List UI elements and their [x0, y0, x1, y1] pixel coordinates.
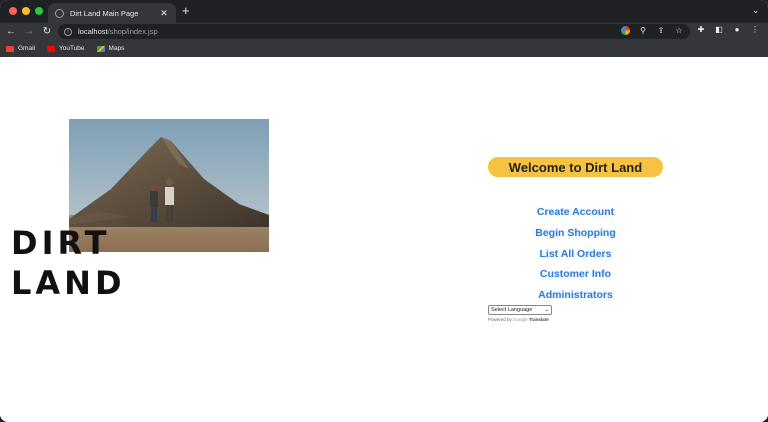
close-window-button[interactable] [9, 7, 17, 15]
powered-by-google-translate: Powered by Google Translate [488, 317, 549, 322]
new-tab-button[interactable]: + [182, 4, 190, 18]
brand-title: DIRT LAND [11, 223, 126, 303]
youtube-icon [46, 45, 55, 52]
bookmark-gmail[interactable]: Gmail [6, 45, 35, 52]
address-host: localhost [78, 27, 108, 36]
extensions-puzzle-icon[interactable]: ✚ [696, 25, 706, 35]
address-bar-icons: ⚲ ⇪ ☆ [621, 26, 684, 36]
brand-line: DIRT [11, 224, 111, 262]
gmail-icon [6, 45, 14, 52]
window-controls [9, 7, 43, 15]
minimize-window-button[interactable] [22, 7, 30, 15]
kebab-menu-icon[interactable]: ⋮ [750, 25, 760, 35]
welcome-banner: Welcome to Dirt Land [488, 157, 663, 177]
brand-line: LAND [11, 264, 126, 302]
back-arrow-icon[interactable]: ← [2, 26, 20, 37]
bookmark-label: Gmail [18, 45, 35, 52]
bookmark-label: YouTube [58, 45, 85, 52]
tab-bar: Dirt Land Main Page ✕ + ⌄ [0, 0, 768, 23]
profile-icon[interactable]: ● [732, 25, 742, 35]
maximize-window-button[interactable] [35, 7, 43, 15]
zoom-icon[interactable]: ⚲ [638, 26, 648, 36]
share-icon[interactable]: ⇪ [656, 26, 666, 36]
bookmarks-bar: Gmail YouTube Maps [0, 40, 768, 57]
language-select-value: Select Language [491, 307, 533, 313]
browser-window: Dirt Land Main Page ✕ + ⌄ ← → ↻ i localh… [0, 0, 768, 422]
language-select[interactable]: Select Language ⌄ [488, 305, 552, 315]
administrators-link[interactable]: Administrators [538, 285, 613, 306]
bookmark-maps[interactable]: Maps [96, 45, 125, 52]
bookmark-star-icon[interactable]: ☆ [674, 26, 684, 36]
list-all-orders-link[interactable]: List All Orders [540, 244, 612, 265]
chevron-down-icon: ⌄ [544, 307, 549, 313]
tab-title: Dirt Land Main Page [70, 8, 139, 18]
toolbar: ← → ↻ i localhost/shop/index.jsp ⚲ ⇪ ☆ ✚… [0, 23, 768, 40]
create-account-link[interactable]: Create Account [537, 202, 614, 223]
tab-close-icon[interactable]: ✕ [159, 8, 169, 19]
reload-icon[interactable]: ↻ [38, 26, 56, 37]
tab-search-chevron-icon[interactable]: ⌄ [752, 6, 759, 15]
tab-dirt-land[interactable]: Dirt Land Main Page ✕ [48, 3, 176, 23]
page-content: DIRT LAND Welcome to Dirt Land Create Ac… [0, 57, 768, 422]
address-path: /shop/index.jsp [107, 27, 158, 36]
google-lens-icon[interactable] [621, 26, 630, 35]
globe-icon [55, 8, 64, 18]
main-menu: Create Account Begin Shopping List All O… [488, 202, 663, 306]
bookmark-label: Maps [108, 45, 125, 52]
customer-info-link[interactable]: Customer Info [540, 264, 611, 285]
google-logo-text: Google [513, 317, 528, 322]
begin-shopping-link[interactable]: Begin Shopping [535, 223, 616, 244]
translate-link[interactable]: Translate [529, 317, 549, 322]
toolbar-right: ✚ ◧ ● ⋮ [696, 25, 760, 35]
powered-by-label: Powered by [488, 317, 512, 322]
side-panel-icon[interactable]: ◧ [714, 25, 724, 35]
bookmark-youtube[interactable]: YouTube [46, 45, 85, 52]
site-info-icon[interactable]: i [64, 27, 72, 36]
maps-icon [96, 45, 105, 52]
forward-arrow-icon[interactable]: → [20, 26, 38, 37]
address-bar[interactable]: i localhost/shop/index.jsp ⚲ ⇪ ☆ [58, 24, 690, 39]
